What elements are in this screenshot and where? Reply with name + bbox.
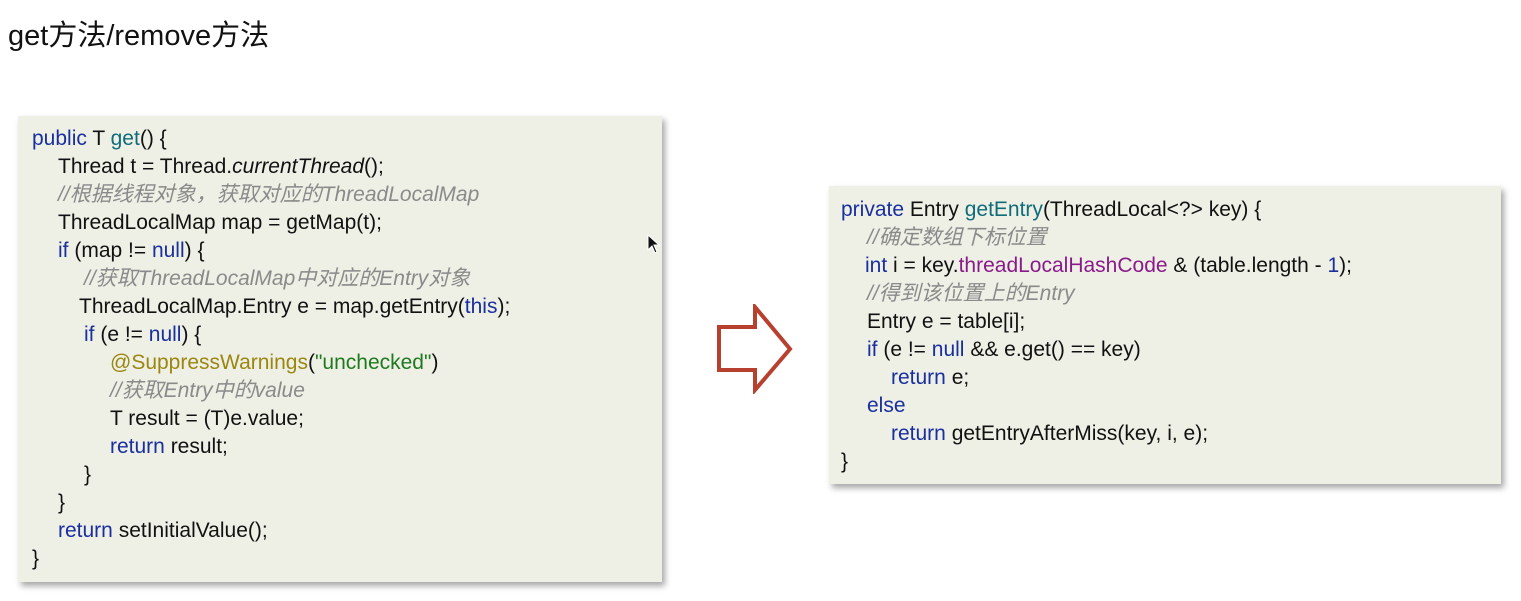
code-line: public T get() {	[32, 125, 167, 153]
code-token: private	[841, 198, 905, 221]
code-token: () {	[139, 127, 167, 150]
code-token: return	[891, 366, 946, 389]
code-token: Thread t = Thread.	[58, 155, 233, 178]
mouse-cursor-icon	[647, 234, 661, 254]
code-line: Thread t = Thread.currentThread();	[58, 153, 384, 181]
code-token: int	[865, 254, 888, 277]
code-token: );	[497, 295, 511, 318]
code-token: (e !=	[94, 323, 149, 346]
code-token: ) {	[184, 239, 205, 262]
code-comment: //获取ThreadLocalMap中对应的Entry对象	[84, 267, 471, 290]
code-comment: //得到该位置上的Entry	[867, 282, 1075, 305]
code-token: getEntryAfterMiss(key, i, e);	[945, 422, 1209, 445]
code-line: private Entry getEntry(ThreadLocal<?> ke…	[841, 196, 1261, 224]
code-line: }	[32, 547, 40, 570]
code-token: if	[58, 239, 69, 262]
code-token: null	[931, 338, 965, 361]
code-token: T	[86, 127, 111, 150]
code-token: (ThreadLocal<?> key) {	[1042, 198, 1262, 221]
code-token: setInitialValue();	[112, 519, 268, 542]
code-token: );	[1339, 254, 1352, 277]
code-line: }	[841, 450, 849, 473]
code-line: T result = (T)e.value;	[110, 407, 304, 430]
code-token: ();	[364, 155, 384, 178]
code-token: get	[110, 127, 140, 150]
code-token: return	[58, 519, 113, 542]
code-token: (e !=	[877, 338, 932, 361]
code-comment: //获取Entry中的value	[110, 379, 305, 402]
code-token: if	[84, 323, 95, 346]
code-token: return	[891, 422, 946, 445]
get-entry-code-block: private Entry getEntry(ThreadLocal<?> ke…	[829, 186, 1501, 484]
code-line: return result;	[110, 433, 228, 461]
code-token: this	[464, 295, 498, 318]
code-token: & (table.length -	[1167, 254, 1328, 277]
code-token: currentThread	[232, 155, 365, 178]
code-token: getEntry	[964, 198, 1043, 221]
code-token: (map !=	[68, 239, 152, 262]
code-line: ThreadLocalMap.Entry e = map.getEntry(th…	[79, 293, 510, 321]
code-token: "unchecked"	[314, 351, 432, 374]
code-comment: //确定数组下标位置	[867, 226, 1047, 249]
code-token: null	[148, 323, 182, 346]
code-token: )	[431, 351, 439, 374]
code-token: e;	[945, 366, 970, 389]
code-token: ThreadLocalMap.Entry e = map.getEntry(	[79, 295, 465, 318]
code-line: return setInitialValue();	[58, 517, 268, 545]
code-token: if	[867, 338, 878, 361]
code-line: Entry e = table[i];	[867, 310, 1026, 333]
code-token: null	[151, 239, 185, 262]
code-token: Entry	[904, 198, 965, 221]
get-method-code-block: public T get() { Thread t = Thread.curre…	[18, 116, 662, 582]
code-token: (	[307, 351, 315, 374]
code-comment: //根据线程对象，获取对应的ThreadLocalMap	[58, 183, 480, 206]
code-line: return getEntryAfterMiss(key, i, e);	[891, 420, 1208, 448]
code-line: }	[58, 491, 66, 514]
right-arrow-icon	[717, 304, 793, 394]
code-line: @SuppressWarnings("unchecked")	[110, 349, 438, 377]
code-token: result;	[164, 435, 228, 458]
code-line: return e;	[891, 364, 969, 392]
code-token: threadLocalHashCode	[958, 254, 1168, 277]
code-line: if (map != null) {	[58, 237, 205, 265]
code-line: ThreadLocalMap map = getMap(t);	[58, 211, 382, 234]
page-title: get方法/remove方法	[8, 20, 270, 52]
code-line: if (e != null && e.get() == key)	[867, 336, 1141, 364]
code-token: @SuppressWarnings	[110, 351, 308, 374]
code-token: ) {	[181, 323, 202, 346]
code-line: int i = key.threadLocalHashCode & (table…	[865, 252, 1352, 280]
code-line: if (e != null) {	[84, 321, 201, 349]
code-token: 1	[1327, 254, 1340, 277]
code-token: public	[32, 127, 87, 150]
code-line: else	[867, 394, 906, 417]
code-token: return	[110, 435, 165, 458]
code-token: && e.get() == key)	[964, 338, 1141, 361]
code-token: i = key.	[887, 254, 959, 277]
code-line: }	[84, 463, 92, 486]
